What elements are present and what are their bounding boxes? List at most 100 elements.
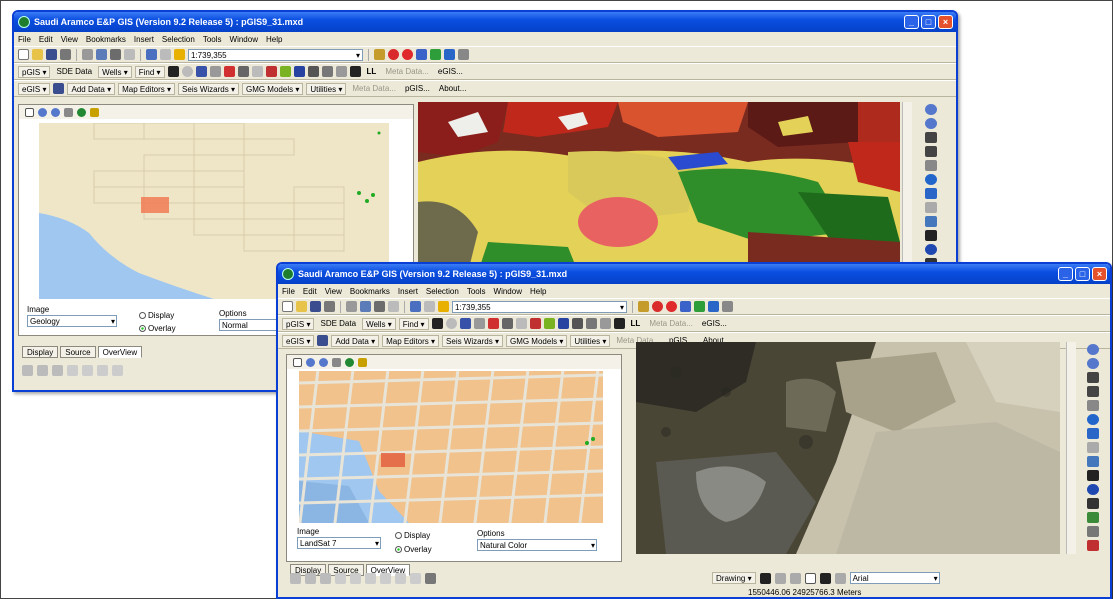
pan-icon[interactable] <box>332 357 341 367</box>
tool-icon[interactable] <box>335 572 346 584</box>
pointer-icon[interactable] <box>293 357 302 367</box>
title-bar[interactable]: Saudi Aramco E&P GIS (Version 9.2 Releas… <box>14 12 956 32</box>
model-icon[interactable] <box>694 301 705 312</box>
window-icon[interactable] <box>680 301 691 312</box>
menu-edit[interactable]: Edit <box>39 35 53 44</box>
menu-bookmarks[interactable]: Bookmarks <box>86 35 126 44</box>
image-layer-select[interactable]: Geology <box>27 315 117 327</box>
menu-file[interactable]: File <box>18 35 31 44</box>
tool-icon[interactable] <box>82 364 93 376</box>
zoom-in-icon[interactable] <box>306 357 315 367</box>
delete-icon[interactable] <box>124 49 135 60</box>
flag-icon[interactable] <box>265 66 277 77</box>
landsat-map-view[interactable] <box>636 342 1060 554</box>
redo-icon[interactable] <box>160 49 171 60</box>
users-icon[interactable] <box>557 318 569 329</box>
save-icon[interactable] <box>53 83 65 94</box>
tool-icon[interactable] <box>67 364 78 376</box>
menu-selection[interactable]: Selection <box>426 287 459 296</box>
menu-file[interactable]: File <box>282 287 295 296</box>
egis-menu[interactable]: eGIS <box>18 82 51 95</box>
pgis-menu[interactable]: pGIS <box>18 65 51 78</box>
tool-icon[interactable] <box>22 364 33 376</box>
rectangle-icon[interactable] <box>804 572 816 584</box>
pgis-button[interactable]: pGIS... <box>402 83 433 95</box>
ll-button[interactable]: LL <box>364 66 380 78</box>
maximize-button[interactable]: □ <box>1075 267 1090 281</box>
tool-icon[interactable] <box>395 572 406 584</box>
geology-map-view[interactable] <box>418 102 900 272</box>
identify-icon[interactable] <box>925 244 937 255</box>
pointer-icon[interactable] <box>1087 470 1099 481</box>
meta-data-button[interactable]: Meta Data... <box>349 83 399 95</box>
meta-data-button[interactable]: Meta Data... <box>646 318 696 330</box>
about-button[interactable]: About... <box>436 83 470 95</box>
select-icon[interactable] <box>925 216 937 227</box>
paste-icon[interactable] <box>374 301 385 312</box>
tool-icon[interactable] <box>380 572 391 584</box>
overlay-radio[interactable] <box>139 325 146 333</box>
tools-icon[interactable] <box>458 49 469 60</box>
egis-button[interactable]: eGIS... <box>699 318 730 330</box>
measure-icon[interactable] <box>167 66 179 77</box>
vertical-scrollbar[interactable] <box>1066 342 1076 554</box>
menu-insert[interactable]: Insert <box>398 287 418 296</box>
tool-icon[interactable] <box>290 572 301 584</box>
options-select[interactable]: Natural Color <box>477 539 597 551</box>
overlay-radio[interactable] <box>395 546 402 554</box>
maximize-button[interactable]: □ <box>921 15 936 29</box>
link-icon[interactable] <box>209 66 221 77</box>
menu-selection[interactable]: Selection <box>162 35 195 44</box>
building-icon[interactable] <box>195 66 207 77</box>
tool-icon[interactable] <box>350 572 361 584</box>
help-icon[interactable] <box>444 49 455 60</box>
print-icon[interactable] <box>324 301 335 312</box>
select-elements-icon[interactable] <box>759 572 771 584</box>
callout-icon[interactable] <box>834 572 846 584</box>
save-icon[interactable] <box>310 301 321 312</box>
zoom-out-icon[interactable] <box>319 357 328 367</box>
arctoolbox-icon[interactable] <box>388 49 399 60</box>
find-icon[interactable] <box>1087 498 1099 509</box>
pin-icon[interactable] <box>223 66 235 77</box>
utilities-menu[interactable]: Utilities <box>306 82 347 95</box>
menu-help[interactable]: Help <box>530 287 546 296</box>
undo-icon[interactable] <box>410 301 421 312</box>
map-editors-menu[interactable]: Map Editors <box>382 334 440 347</box>
copy-icon[interactable] <box>360 301 371 312</box>
paste-icon[interactable] <box>110 49 121 60</box>
display-radio[interactable] <box>395 532 402 540</box>
select-icon[interactable] <box>1087 456 1099 467</box>
pointer-icon[interactable] <box>925 230 937 241</box>
pan-icon[interactable] <box>1087 400 1099 411</box>
new-icon[interactable] <box>18 49 29 60</box>
measure-icon[interactable] <box>431 318 443 329</box>
zoom-out-icon[interactable] <box>1087 358 1099 369</box>
seis-wizards-menu[interactable]: Seis Wizards <box>178 82 239 95</box>
pencil-icon[interactable] <box>358 357 367 367</box>
menu-insert[interactable]: Insert <box>134 35 154 44</box>
copy-icon[interactable] <box>96 49 107 60</box>
find-menu[interactable]: Find <box>134 65 165 78</box>
add-data-icon[interactable] <box>174 49 185 60</box>
minimize-button[interactable]: _ <box>1058 267 1073 281</box>
zoom-out-icon[interactable] <box>925 118 937 129</box>
tool-icon[interactable] <box>97 364 108 376</box>
sde-data-button[interactable]: SDE Data <box>53 66 95 78</box>
tool-icon[interactable] <box>305 572 316 584</box>
new-icon[interactable] <box>282 301 293 312</box>
seis-wizards-menu[interactable]: Seis Wizards <box>442 334 503 347</box>
map-scale-dropdown[interactable]: 1:739,355 <box>188 48 363 61</box>
image-layer-select[interactable]: LandSat 7 <box>297 537 381 549</box>
menu-view[interactable]: View <box>325 287 342 296</box>
globe-icon[interactable] <box>445 318 457 329</box>
identify-icon[interactable] <box>1087 484 1099 495</box>
undo-icon[interactable] <box>146 49 157 60</box>
tool-icon[interactable] <box>112 364 123 376</box>
pin-icon[interactable] <box>487 318 499 329</box>
add-data-icon[interactable] <box>438 301 449 312</box>
egis-menu[interactable]: eGIS <box>282 334 315 347</box>
save-icon[interactable] <box>46 49 57 60</box>
back-icon[interactable] <box>1087 428 1099 439</box>
add-data-menu[interactable]: Add Data <box>331 334 380 347</box>
